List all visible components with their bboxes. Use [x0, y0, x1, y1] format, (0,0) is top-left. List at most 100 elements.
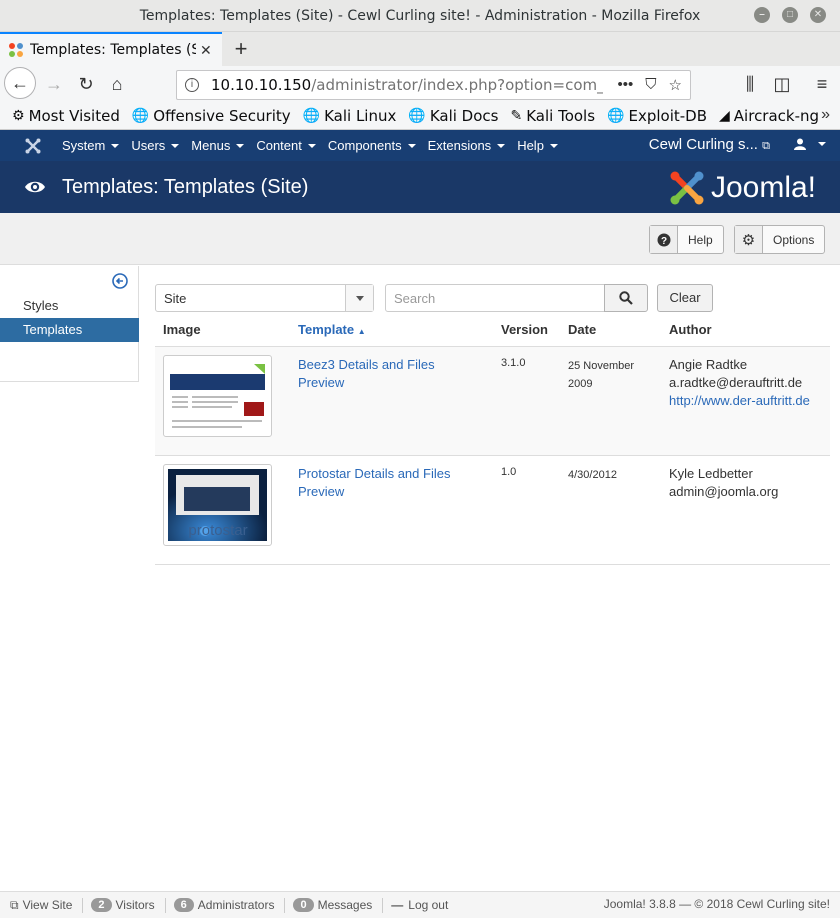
- table-row: Beez3 Details and Files Preview 3.1.0 25…: [155, 347, 830, 456]
- menu-extensions[interactable]: Extensions: [428, 138, 506, 153]
- protostar-thumbnail[interactable]: protostar: [163, 464, 272, 546]
- user-menu[interactable]: [794, 138, 826, 150]
- caret-down-icon: [407, 143, 416, 148]
- template-name-link[interactable]: Protostar Details and Files Preview: [298, 465, 473, 501]
- globe-icon: 🌐: [408, 107, 426, 124]
- forward-icon[interactable]: →: [40, 70, 68, 98]
- info-icon[interactable]: i: [185, 78, 199, 92]
- navigation-bar: ← → ↻ ⌂ i 10.10.10.150/administrator/ind…: [0, 66, 840, 102]
- sidebar-item-templates[interactable]: Templates: [0, 318, 139, 342]
- view-site-link[interactable]: ⧉ View Site: [10, 897, 84, 913]
- template-version: 3.1.0: [501, 357, 526, 369]
- globe-icon: 🌐: [607, 107, 625, 124]
- tool-icon: ✎: [510, 107, 523, 124]
- author-name: Angie Radtke: [669, 357, 748, 372]
- maximize-icon[interactable]: □: [782, 7, 798, 23]
- page-actions-icon[interactable]: •••: [618, 76, 634, 94]
- close-tab-icon[interactable]: ✕: [200, 42, 212, 59]
- messages-link[interactable]: 0 Messages: [293, 897, 384, 913]
- menu-content[interactable]: Content: [256, 138, 316, 153]
- tab-title: Templates: Templates (Site) - Cewl Curli…: [30, 42, 196, 58]
- administrators-link[interactable]: 6 Administrators: [173, 897, 286, 913]
- reload-icon[interactable]: ↻: [72, 70, 100, 98]
- search-icon: [619, 291, 633, 305]
- column-header-template[interactable]: Template ▲: [298, 322, 366, 337]
- joomla-logo-icon: [670, 171, 704, 205]
- bookmark-star-icon[interactable]: ☆: [669, 76, 682, 94]
- beez3-thumbnail[interactable]: [163, 355, 272, 437]
- column-header-date: Date: [568, 322, 597, 337]
- page-header: Templates: Templates (Site) Joomla!: [0, 161, 840, 213]
- page-title: Templates: Templates (Site): [62, 175, 309, 198]
- bookmark-most-visited[interactable]: ⚙ Most Visited: [12, 107, 120, 125]
- svg-text:protostar: protostar: [188, 522, 247, 539]
- url-text[interactable]: 10.10.10.150/administrator/index.php?opt…: [211, 76, 603, 94]
- bookmark-aircrack-ng[interactable]: ◢ Aircrack-ng: [719, 107, 819, 125]
- logout-link[interactable]: — Log out: [391, 898, 458, 913]
- template-author: Angie Radtke a.radtke@derauftritt.de htt…: [669, 356, 810, 410]
- author-email: a.radtke@derauftritt.de: [669, 375, 803, 390]
- minimize-icon[interactable]: –: [754, 7, 770, 23]
- external-link-icon: ⧉: [10, 897, 19, 912]
- bookmark-kali-docs[interactable]: 🌐 Kali Docs: [408, 107, 498, 125]
- protostar-preview-image: protostar: [168, 469, 267, 541]
- back-icon[interactable]: ←: [4, 67, 36, 99]
- joomla-wordmark: Joomla!: [710, 171, 816, 204]
- new-tab-icon[interactable]: +: [231, 36, 251, 62]
- status-bar: ⧉ View Site 2 Visitors 6 Administrators 0 Me…: [0, 891, 840, 918]
- footer-copyright: Joomla! 3.8.8 — © 2018 Cewl Curling site…: [603, 897, 830, 911]
- more-bookmarks-icon[interactable]: »: [821, 106, 830, 124]
- aircrack-icon: ◢: [719, 107, 730, 124]
- home-icon[interactable]: ⌂: [103, 70, 131, 98]
- sidebar-item-styles[interactable]: Styles: [0, 294, 139, 318]
- url-bar[interactable]: i 10.10.10.150/administrator/index.php?o…: [176, 70, 691, 100]
- menu-icon[interactable]: ≡: [808, 70, 836, 98]
- search-input[interactable]: [385, 284, 605, 312]
- bookmark-offensive-security[interactable]: 🌐 Offensive Security: [132, 107, 291, 125]
- close-window-icon[interactable]: ✕: [810, 7, 826, 23]
- bookmark-exploit-db[interactable]: 🌐 Exploit-DB: [607, 107, 707, 125]
- menu-system[interactable]: System: [62, 138, 120, 153]
- site-link[interactable]: Cewl Curling s... ⧉: [649, 136, 770, 153]
- menu-users[interactable]: Users: [131, 138, 180, 153]
- menu-menus[interactable]: Menus: [191, 138, 245, 153]
- caret-down-icon: [497, 143, 506, 148]
- template-author: Kyle Ledbetter admin@joomla.org: [669, 465, 778, 501]
- sidebar-toggle-icon[interactable]: ◫: [768, 70, 796, 98]
- browser-tab[interactable]: Templates: Templates (Site) - Cewl Curli…: [0, 32, 222, 66]
- options-button[interactable]: ⚙ Options: [734, 225, 826, 254]
- bookmark-kali-linux[interactable]: 🌐 Kali Linux: [303, 107, 397, 125]
- help-button[interactable]: ? Help: [649, 225, 724, 254]
- client-filter-select[interactable]: Site: [155, 284, 374, 312]
- visitors-badge: 2: [91, 898, 112, 912]
- clear-button[interactable]: Clear: [657, 284, 713, 312]
- template-name-link[interactable]: Beez3 Details and Files Preview: [298, 356, 473, 392]
- external-link-icon: ⧉: [762, 140, 770, 152]
- window-title: Templates: Templates (Site) - Cewl Curli…: [139, 7, 701, 24]
- collapse-sidebar-icon[interactable]: [112, 273, 128, 289]
- author-url-link[interactable]: http://www.der-auftritt.de: [669, 392, 810, 410]
- menu-components[interactable]: Components: [328, 138, 416, 153]
- menu-help[interactable]: Help: [517, 138, 558, 153]
- tab-bar: Templates: Templates (Site) - Cewl Curli…: [0, 32, 840, 66]
- caret-down-icon: [549, 143, 558, 148]
- template-date: 25 November 2009: [568, 360, 635, 390]
- joomla-favicon-icon: [9, 43, 23, 57]
- gear-icon: ⚙: [735, 226, 763, 253]
- bookmarks-toolbar: ⚙ Most Visited 🌐 Offensive Security 🌐 Kali …: [0, 102, 840, 130]
- joomla-logo-icon[interactable]: [24, 137, 42, 155]
- template-version: 1.0: [501, 466, 517, 478]
- table-row: protostar Protostar Details and Files Pr…: [155, 456, 830, 565]
- pocket-icon[interactable]: ⛉: [645, 76, 656, 94]
- user-icon: [794, 138, 806, 150]
- visitors-link[interactable]: 2 Visitors: [91, 897, 166, 913]
- search-button[interactable]: [604, 284, 648, 312]
- template-date: 4/30/2012: [568, 469, 617, 481]
- library-icon[interactable]: ⫼: [736, 70, 764, 98]
- window-titlebar: Templates: Templates (Site) - Cewl Curli…: [0, 0, 840, 32]
- author-email: admin@joomla.org: [669, 484, 779, 499]
- caret-down-icon: [171, 143, 180, 148]
- svg-text:?: ?: [660, 236, 666, 247]
- bookmark-kali-tools[interactable]: ✎ Kali Tools: [510, 107, 595, 125]
- caret-down-icon: [307, 143, 316, 148]
